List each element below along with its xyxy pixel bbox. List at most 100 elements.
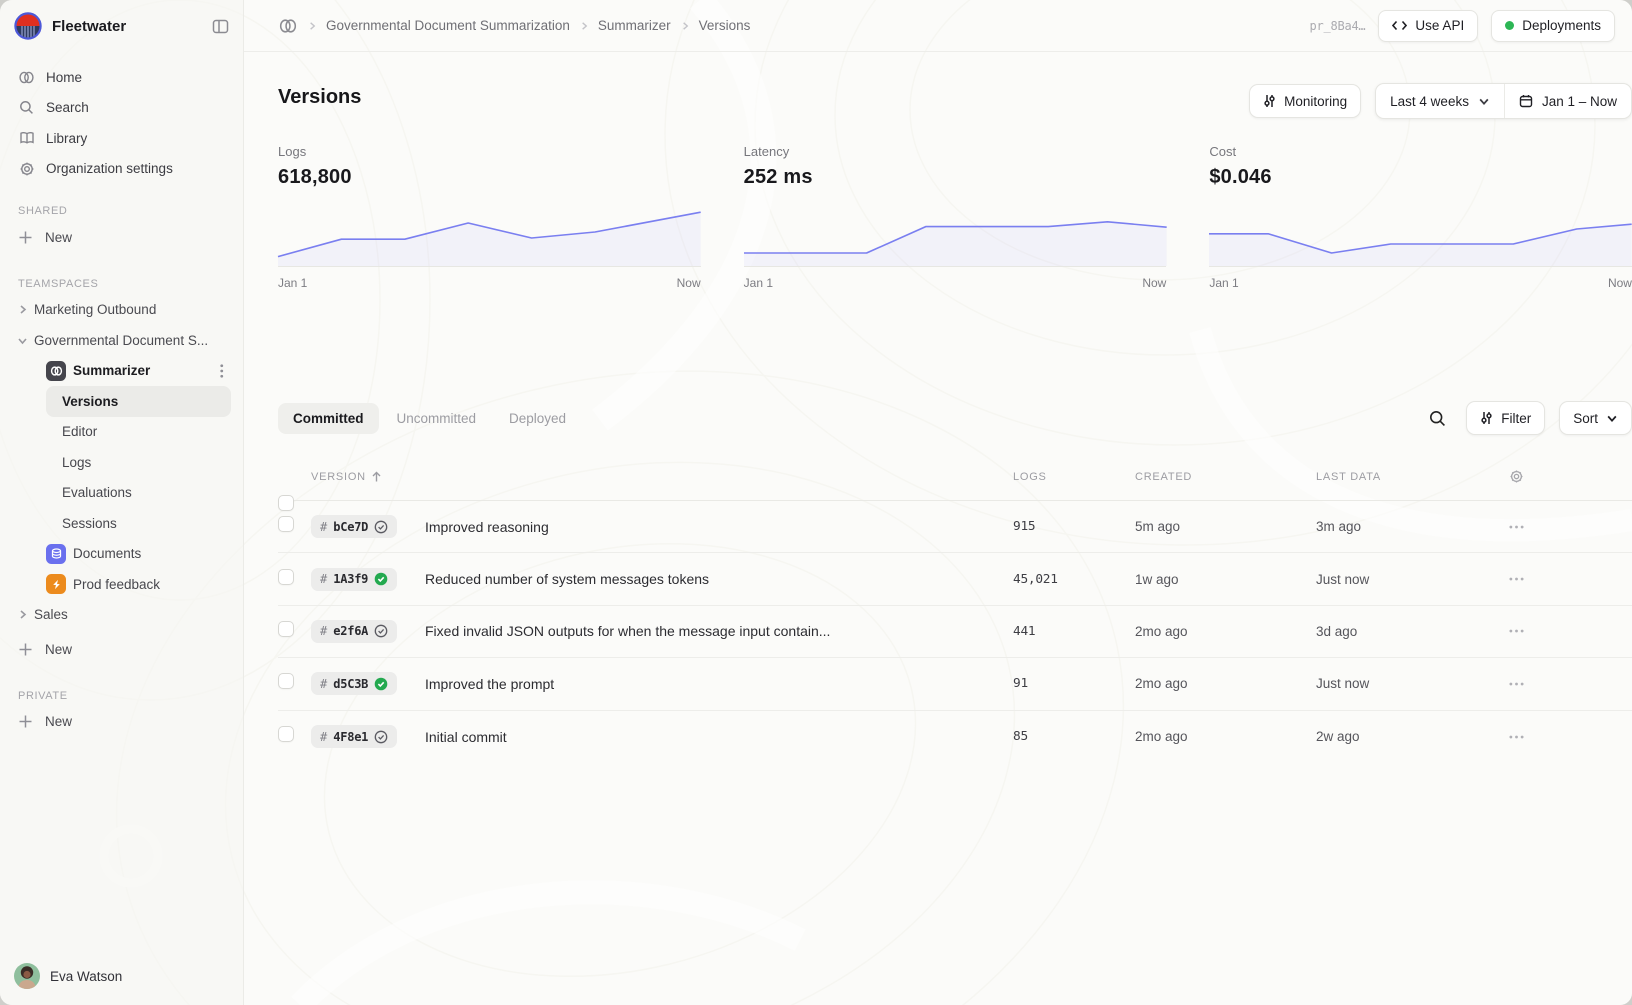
- column-label: CREATED: [1135, 471, 1192, 483]
- column-header-created[interactable]: CREATED: [1135, 471, 1316, 483]
- table-header: VERSION LOGS CREATED LAST DATA: [278, 469, 1632, 501]
- tab-committed[interactable]: Committed: [278, 403, 379, 434]
- row-checkbox[interactable]: [278, 621, 294, 637]
- logs-count: 45,021: [1013, 572, 1135, 587]
- row-menu-button[interactable]: [1502, 577, 1531, 581]
- new-label: New: [45, 714, 72, 729]
- tab-uncommitted[interactable]: Uncommitted: [382, 403, 492, 434]
- tab-deployed[interactable]: Deployed: [494, 403, 581, 434]
- created-time: 2mo ago: [1135, 624, 1316, 639]
- plus-icon: [18, 714, 33, 729]
- row-menu-button[interactable]: [1502, 682, 1531, 686]
- hash-prefix: #: [320, 677, 327, 691]
- select-all-checkbox[interactable]: [278, 495, 294, 511]
- search-button[interactable]: [1422, 403, 1452, 433]
- created-time: 2mo ago: [1135, 676, 1316, 691]
- row-checkbox[interactable]: [278, 516, 294, 532]
- shared-new-button[interactable]: New: [12, 222, 231, 253]
- main-area: Governmental Document Summarization Summ…: [244, 0, 1632, 1005]
- kebab-icon: [220, 364, 224, 378]
- version-badge[interactable]: #e2f6A: [311, 620, 397, 643]
- version-badge[interactable]: #d5C3B: [311, 672, 397, 695]
- range-preset-dropdown[interactable]: Last 4 weeks: [1376, 84, 1504, 118]
- row-checkbox[interactable]: [278, 673, 294, 689]
- check-circle-outline-icon: [374, 520, 388, 534]
- sidebar-item-home[interactable]: Home: [12, 62, 231, 93]
- date-range-picker[interactable]: Jan 1 – Now: [1504, 84, 1631, 118]
- project-menu-button[interactable]: [213, 364, 231, 378]
- sort-button[interactable]: Sort: [1559, 401, 1632, 435]
- ellipsis-icon: [1509, 577, 1524, 581]
- sidebar-item-search[interactable]: Search: [12, 93, 231, 124]
- sidebar-item-prod-feedback[interactable]: Prod feedback: [12, 569, 231, 600]
- row-checkbox[interactable]: [278, 726, 294, 742]
- version-badge[interactable]: #bCe7D: [311, 515, 397, 538]
- chevron-down-icon: [1606, 412, 1618, 424]
- logs-sparkline-chart: [278, 202, 701, 266]
- sidebar-item-editor[interactable]: Editor: [12, 417, 231, 448]
- table-row[interactable]: #4F8e1 Initial commit 85 2mo ago 2w ago: [278, 711, 1632, 763]
- last-data-time: 3m ago: [1316, 519, 1502, 534]
- file-label: Prod feedback: [73, 577, 160, 592]
- column-header-last-data[interactable]: LAST DATA: [1316, 471, 1502, 483]
- sidebar-item-logs[interactable]: Logs: [12, 447, 231, 478]
- breadcrumb-item[interactable]: Summarizer: [598, 18, 671, 33]
- x-axis: Jan 1 Now: [744, 266, 1167, 290]
- sidebar-item-versions[interactable]: Versions: [46, 386, 231, 417]
- sidebar-item-organization-settings[interactable]: Organization settings: [12, 154, 231, 185]
- monitoring-button[interactable]: Monitoring: [1249, 84, 1361, 118]
- sidebar-collapse-button[interactable]: [209, 15, 231, 37]
- breadcrumb-item[interactable]: Versions: [699, 18, 751, 33]
- row-menu-button[interactable]: [1502, 629, 1531, 633]
- table-row[interactable]: #1A3f9 Reduced number of system messages…: [278, 553, 1632, 605]
- section-label-private: PRIVATE: [12, 690, 231, 702]
- sort-arrow-up-icon: [371, 471, 382, 483]
- private-new-button[interactable]: New: [12, 707, 231, 738]
- sidebar-item-documents[interactable]: Documents: [12, 539, 231, 570]
- brand-mark-icon: [278, 19, 298, 33]
- table-row[interactable]: #d5C3B Improved the prompt 91 2mo ago Ju…: [278, 658, 1632, 710]
- project-summarizer[interactable]: Summarizer: [12, 356, 231, 387]
- row-menu-button[interactable]: [1502, 525, 1531, 529]
- column-label: VERSION: [311, 471, 366, 483]
- teamspace-marketing-outbound[interactable]: Marketing Outbound: [12, 295, 231, 326]
- row-menu-button[interactable]: [1502, 735, 1531, 739]
- version-badge[interactable]: #4F8e1: [311, 725, 397, 748]
- version-badge[interactable]: #1A3f9: [311, 568, 397, 591]
- teamspace-label: Marketing Outbound: [34, 302, 156, 317]
- table-row[interactable]: #bCe7D Improved reasoning 915 5m ago 3m …: [278, 501, 1632, 553]
- deployments-button[interactable]: Deployments: [1491, 10, 1615, 42]
- filter-button[interactable]: Filter: [1466, 401, 1545, 435]
- sidebar-item-sessions[interactable]: Sessions: [12, 508, 231, 539]
- page-actions: Monitoring Last 4 weeks Jan 1 –: [1249, 83, 1632, 119]
- column-header-version[interactable]: VERSION: [311, 471, 425, 483]
- created-time: 2mo ago: [1135, 729, 1316, 744]
- sidebar-item-label: Search: [46, 100, 89, 115]
- column-settings-button[interactable]: [1502, 469, 1531, 484]
- topbar-actions: pr_8Ba4… Use API Deployments: [1310, 10, 1615, 42]
- book-icon: [18, 130, 35, 147]
- user-menu[interactable]: Eva Watson: [12, 959, 231, 993]
- last-data-time: 2w ago: [1316, 729, 1502, 744]
- sidebar-item-library[interactable]: Library: [12, 123, 231, 154]
- use-api-button[interactable]: Use API: [1378, 10, 1478, 42]
- monitoring-label: Monitoring: [1284, 94, 1347, 109]
- table-row[interactable]: #e2f6A Fixed invalid JSON outputs for wh…: [278, 606, 1632, 658]
- ellipsis-icon: [1509, 682, 1524, 686]
- teamspaces-new-button[interactable]: New: [12, 634, 231, 665]
- row-checkbox[interactable]: [278, 569, 294, 585]
- teamspace-governmental[interactable]: Governmental Document S...: [12, 325, 231, 356]
- breadcrumb-item[interactable]: Governmental Document Summarization: [326, 18, 570, 33]
- search-icon: [1429, 410, 1446, 427]
- deployments-status-dot: [1505, 21, 1514, 30]
- versions-table: VERSION LOGS CREATED LAST DATA: [278, 469, 1632, 763]
- sidebar-nav: Home Search Library: [12, 62, 231, 184]
- x-axis-end-label: Now: [677, 276, 701, 290]
- top-bar: Governmental Document Summarization Summ…: [244, 0, 1632, 52]
- sidebar-item-evaluations[interactable]: Evaluations: [12, 478, 231, 509]
- column-header-logs[interactable]: LOGS: [1013, 471, 1135, 483]
- last-data-time: 3d ago: [1316, 624, 1502, 639]
- metric-label: Latency: [744, 144, 1167, 159]
- teamspace-sales[interactable]: Sales: [12, 600, 231, 631]
- page-header: Versions Monitoring Last 4 weeks: [278, 83, 1632, 119]
